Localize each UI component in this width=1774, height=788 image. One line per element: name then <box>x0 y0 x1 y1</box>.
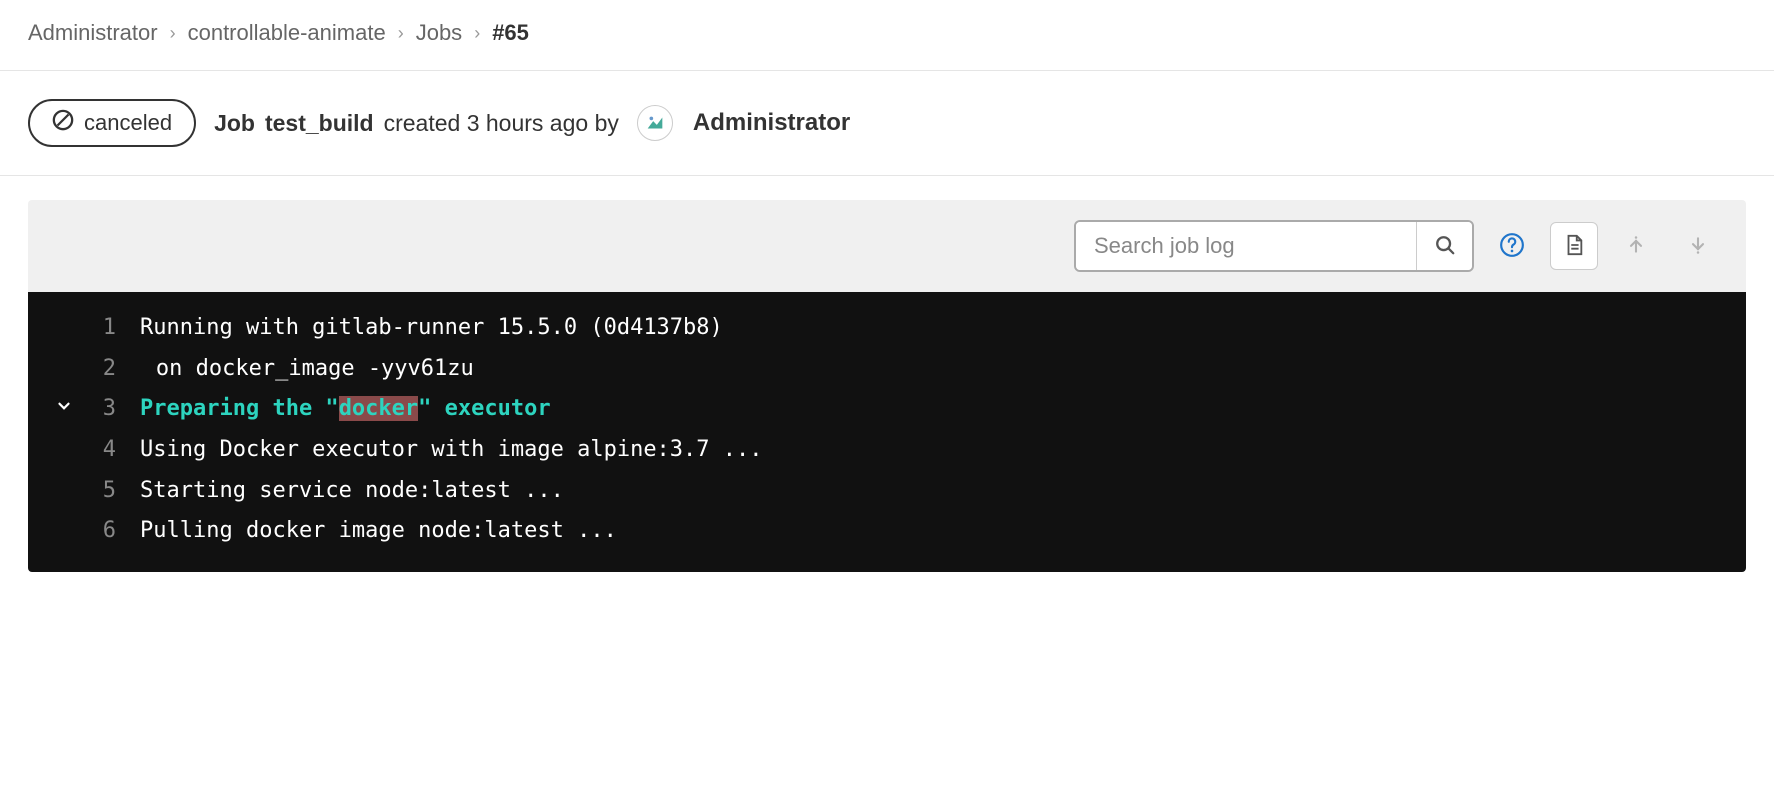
log-lineno[interactable]: 5 <box>84 471 140 512</box>
breadcrumb-item-project[interactable]: controllable-animate <box>188 20 386 46</box>
scroll-to-bottom-button[interactable] <box>1674 222 1722 270</box>
log-text: Pulling docker image node:latest ... <box>140 511 617 552</box>
log-lineno[interactable]: 4 <box>84 430 140 471</box>
log-line: 2 on docker_image -yyv61zu <box>28 349 1746 390</box>
search-group <box>1074 220 1474 272</box>
scroll-to-top-button[interactable] <box>1612 222 1660 270</box>
log-text: on docker_image -yyv61zu <box>140 349 474 390</box>
log-text: Using Docker executor with image alpine:… <box>140 430 763 471</box>
search-input[interactable] <box>1076 222 1416 270</box>
chevron-right-icon: › <box>474 23 480 44</box>
search-button[interactable] <box>1416 222 1472 270</box>
breadcrumb-current: #65 <box>492 20 529 46</box>
status-badge: canceled <box>28 99 196 147</box>
log-line: 1 Running with gitlab-runner 15.5.0 (0d4… <box>28 308 1746 349</box>
breadcrumb-item-jobs[interactable]: Jobs <box>416 20 462 46</box>
log-lineno[interactable]: 2 <box>84 349 140 390</box>
log-text: Starting service node:latest ... <box>140 471 564 512</box>
job-prefix: Job <box>214 110 255 137</box>
collapse-toggle[interactable] <box>44 389 84 430</box>
log-text: Preparing the "docker" executor <box>140 389 551 430</box>
job-name: test_build <box>265 110 374 137</box>
breadcrumb: Administrator › controllable-animate › J… <box>0 20 1774 71</box>
log-line: 5 Starting service node:latest ... <box>28 471 1746 512</box>
breadcrumb-item-administrator[interactable]: Administrator <box>28 20 158 46</box>
arrow-down-icon <box>1688 235 1708 258</box>
search-icon <box>1434 234 1456 259</box>
log-toolbar <box>28 200 1746 292</box>
log-line: 6 Pulling docker image node:latest ... <box>28 511 1746 552</box>
help-button[interactable] <box>1488 222 1536 270</box>
log-line: 4 Using Docker executor with image alpin… <box>28 430 1746 471</box>
log-panel: 1 Running with gitlab-runner 15.5.0 (0d4… <box>28 200 1746 572</box>
chevron-right-icon: › <box>398 23 404 44</box>
arrow-up-icon <box>1626 235 1646 258</box>
job-created-text: created 3 hours ago by <box>384 110 619 137</box>
log-lineno[interactable]: 1 <box>84 308 140 349</box>
chevron-right-icon: › <box>170 23 176 44</box>
canceled-icon <box>52 109 74 137</box>
avatar[interactable] <box>637 105 673 141</box>
log-body: 1 Running with gitlab-runner 15.5.0 (0d4… <box>28 292 1746 572</box>
help-icon <box>1499 232 1525 261</box>
log-text: Running with gitlab-runner 15.5.0 (0d413… <box>140 308 723 349</box>
status-label: canceled <box>84 110 172 136</box>
raw-log-button[interactable] <box>1550 222 1598 270</box>
log-lineno[interactable]: 3 <box>84 389 140 430</box>
search-highlight: docker <box>339 396 418 421</box>
job-title: Job test_build created 3 hours ago by Ad… <box>214 105 850 141</box>
author-name[interactable]: Administrator <box>693 109 850 137</box>
log-line-section: 3 Preparing the "docker" executor <box>28 389 1746 430</box>
chevron-down-icon <box>55 389 73 430</box>
log-lineno[interactable]: 6 <box>84 511 140 552</box>
job-header: canceled Job test_build created 3 hours … <box>0 71 1774 176</box>
document-icon <box>1563 234 1585 259</box>
